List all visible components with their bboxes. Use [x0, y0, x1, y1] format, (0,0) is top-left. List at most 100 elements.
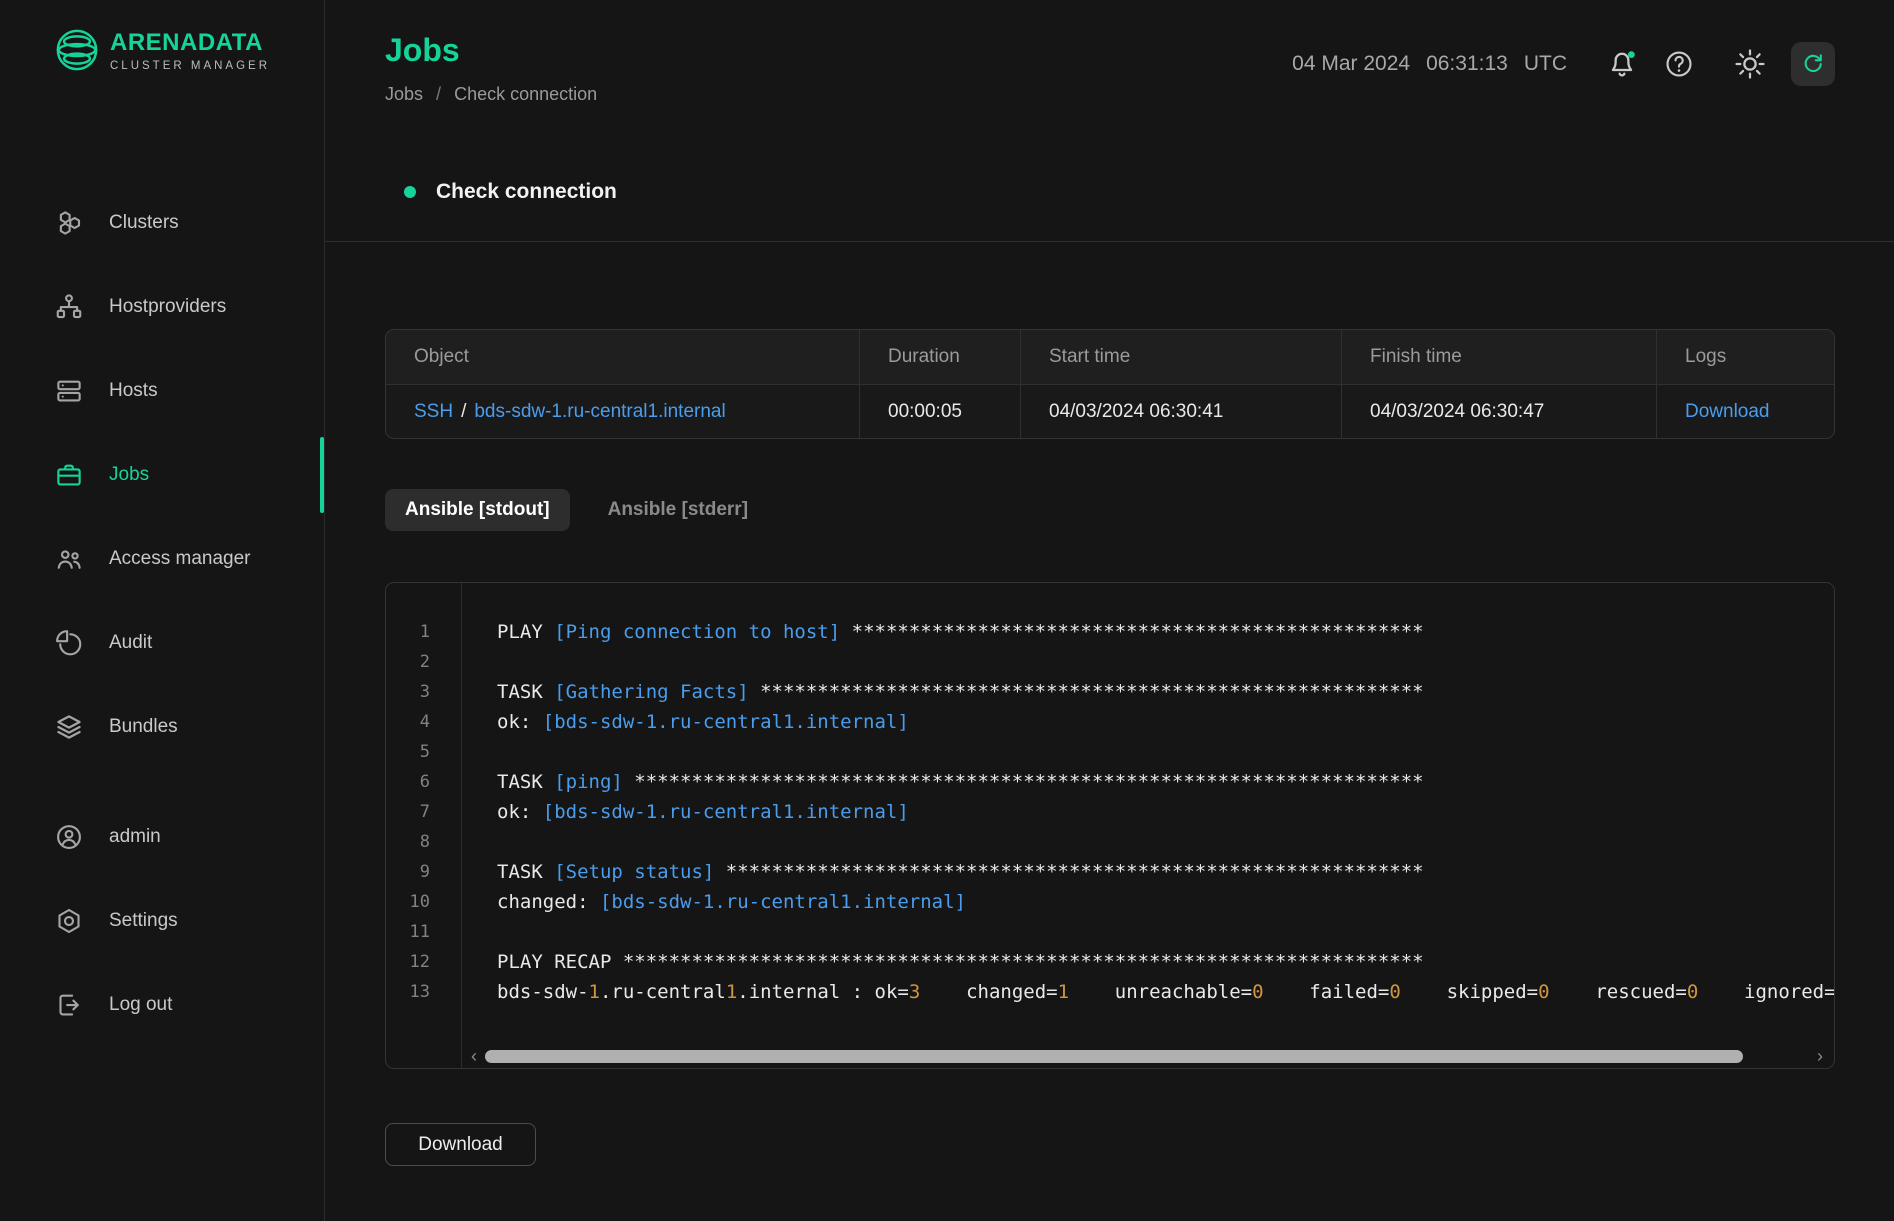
- column-header-object: Object: [386, 330, 859, 384]
- line-number: 13: [386, 977, 430, 1007]
- log-line: PLAY [Ping connection to host] *********…: [497, 617, 1834, 647]
- access-manager-icon: [54, 544, 84, 574]
- log-line: ok: [bds-sdw-1.ru-central1.internal]: [497, 797, 1834, 827]
- line-number: 5: [386, 737, 430, 767]
- download-button[interactable]: Download: [385, 1123, 536, 1166]
- sidebar-item-label: Jobs: [109, 464, 149, 486]
- brand-logo: ARENADATA CLUSTER MANAGER: [0, 0, 324, 73]
- log-line: changed: [bds-sdw-1.ru-central1.internal…: [497, 887, 1834, 917]
- log-line: bds-sdw-1.ru-central1.internal : ok=3 ch…: [497, 977, 1834, 1007]
- scroll-left-arrow[interactable]: ‹: [463, 1046, 485, 1066]
- scroll-right-arrow[interactable]: ›: [1809, 1046, 1831, 1066]
- refresh-icon: [1800, 51, 1826, 77]
- log-line: [497, 917, 1834, 947]
- sidebar-nav-main: Clusters Hostproviders Hosts Jobs Access man…: [0, 181, 324, 769]
- sidebar-item-label: Hosts: [109, 380, 158, 402]
- sidebar-item-log-out[interactable]: Log out: [0, 963, 324, 1047]
- line-number: 11: [386, 917, 430, 947]
- sidebar-item-label: admin: [109, 826, 161, 848]
- brand-text: ARENADATA CLUSTER MANAGER: [110, 29, 270, 72]
- line-number: 2: [386, 647, 430, 677]
- scrollbar-track[interactable]: [485, 1049, 1809, 1064]
- arenadata-logo-icon: [54, 27, 100, 73]
- start-time-cell: 04/03/2024 06:30:41: [1020, 385, 1341, 438]
- sidebar-item-settings[interactable]: Settings: [0, 879, 324, 963]
- line-number: 9: [386, 857, 430, 887]
- sidebar-item-access-manager[interactable]: Access manager: [0, 517, 324, 601]
- log-line: [497, 647, 1834, 677]
- column-header-logs: Logs: [1656, 330, 1834, 384]
- finish-time-cell: 04/03/2024 06:30:47: [1341, 385, 1656, 438]
- column-header-finish-time: Finish time: [1341, 330, 1656, 384]
- hosts-icon: [54, 376, 84, 406]
- hostproviders-icon: [54, 292, 84, 322]
- breadcrumb-jobs[interactable]: Jobs: [385, 84, 423, 104]
- line-number: 10: [386, 887, 430, 917]
- log-tabs: Ansible [stdout] Ansible [stderr]: [385, 489, 1835, 531]
- line-number: 3: [386, 677, 430, 707]
- log-line: TASK [ping] ****************************…: [497, 767, 1834, 797]
- topbar-right: 04 Mar 2024 06:31:13 UTC: [1292, 42, 1835, 86]
- sidebar-item-audit[interactable]: Audit: [0, 601, 324, 685]
- sidebar-item-label: Audit: [109, 632, 152, 654]
- time-text: 06:31:13: [1426, 52, 1508, 76]
- tab-ansible-stderr[interactable]: Ansible [stderr]: [588, 489, 768, 531]
- audit-icon: [54, 628, 84, 658]
- sidebar-item-admin[interactable]: admin: [0, 795, 324, 879]
- settings-icon: [54, 906, 84, 936]
- job-content: ObjectDurationStart timeFinish timeLogs …: [325, 242, 1894, 1166]
- logs-cell: Download: [1656, 385, 1834, 438]
- sidebar-item-hostproviders[interactable]: Hostproviders: [0, 265, 324, 349]
- line-number-gutter: 12345678910111213: [386, 583, 462, 1068]
- horizontal-scrollbar: ‹ ›: [463, 1046, 1831, 1066]
- clusters-icon: [54, 208, 84, 238]
- brand-name: ARENADATA: [110, 29, 270, 57]
- job-header: Check connection: [404, 179, 1894, 205]
- column-header-duration: Duration: [859, 330, 1020, 384]
- line-number: 8: [386, 827, 430, 857]
- sidebar: ARENADATA CLUSTER MANAGER Clusters Hostpr…: [0, 0, 325, 1221]
- brand-subtitle: CLUSTER MANAGER: [110, 60, 270, 72]
- job-table-row: SSH/bds-sdw-1.ru-central1.internal 00:00…: [386, 384, 1834, 438]
- app: ARENADATA CLUSTER MANAGER Clusters Hostpr…: [0, 0, 1894, 1221]
- object-host-link[interactable]: bds-sdw-1.ru-central1.internal: [474, 401, 725, 422]
- job-name: Check connection: [436, 180, 617, 204]
- log-line: [497, 827, 1834, 857]
- theme-sun-icon[interactable]: [1733, 47, 1767, 81]
- log-line: [497, 737, 1834, 767]
- notifications-bell-icon[interactable]: [1605, 47, 1639, 81]
- sidebar-item-hosts[interactable]: Hosts: [0, 349, 324, 433]
- breadcrumb: Jobs / Check connection: [385, 84, 597, 105]
- auto-refresh-button[interactable]: [1791, 42, 1835, 86]
- breadcrumb-current: Check connection: [454, 84, 597, 104]
- sidebar-item-clusters[interactable]: Clusters: [0, 181, 324, 265]
- sidebar-item-label: Log out: [109, 994, 172, 1016]
- object-cell: SSH/bds-sdw-1.ru-central1.internal: [386, 385, 859, 438]
- sidebar-item-label: Bundles: [109, 716, 178, 738]
- user-icon: [54, 822, 84, 852]
- help-icon[interactable]: [1663, 48, 1695, 80]
- topbar-titles: Jobs Jobs / Check connection: [385, 30, 597, 105]
- job-table-header: ObjectDurationStart timeFinish timeLogs: [386, 330, 1834, 384]
- object-type-link[interactable]: SSH: [414, 401, 453, 422]
- sidebar-item-jobs[interactable]: Jobs: [0, 433, 324, 517]
- logs-download-link[interactable]: Download: [1685, 401, 1770, 422]
- breadcrumb-separator: /: [436, 84, 441, 104]
- sidebar-item-label: Hostproviders: [109, 296, 226, 318]
- sidebar-item-bundles[interactable]: Bundles: [0, 685, 324, 769]
- scrollbar-thumb[interactable]: [485, 1050, 1743, 1063]
- log-line: TASK [Gathering Facts] *****************…: [497, 677, 1834, 707]
- line-number: 1: [386, 617, 430, 647]
- sidebar-item-label: Access manager: [109, 548, 251, 570]
- line-number: 4: [386, 707, 430, 737]
- page-title: Jobs: [385, 30, 597, 70]
- line-number: 12: [386, 947, 430, 977]
- jobs-icon: [54, 460, 84, 490]
- log-line: PLAY RECAP *****************************…: [497, 947, 1834, 977]
- column-header-start-time: Start time: [1020, 330, 1341, 384]
- job-status-dot: [404, 186, 416, 198]
- tab-ansible-stdout[interactable]: Ansible [stdout]: [385, 489, 570, 531]
- ansible-log-viewer: 12345678910111213 PLAY [Ping connection …: [385, 582, 1835, 1069]
- date-text: 04 Mar 2024: [1292, 52, 1410, 76]
- datetime: 04 Mar 2024 06:31:13 UTC: [1292, 52, 1567, 76]
